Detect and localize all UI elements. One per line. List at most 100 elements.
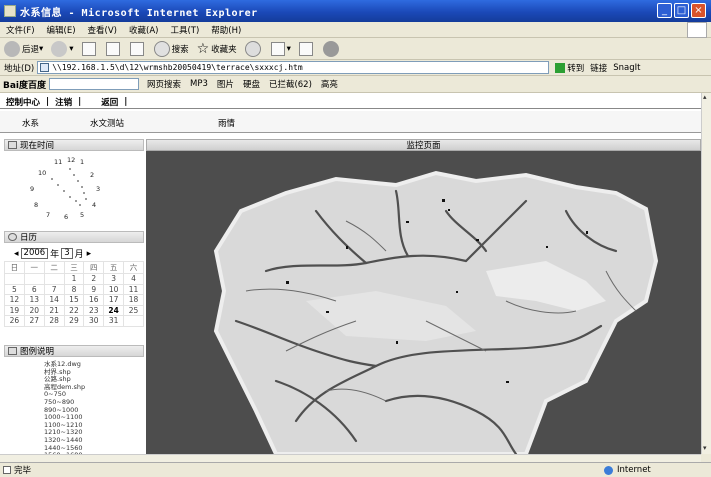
calendar-weekday: 二 <box>43 261 65 274</box>
calendar-day <box>4 273 25 285</box>
close-button[interactable]: × <box>691 3 706 18</box>
calendar-day[interactable]: 18 <box>123 294 144 306</box>
scroll-up-arrow-icon[interactable]: ▴ <box>703 93 707 101</box>
calendar-day[interactable]: 10 <box>103 283 125 295</box>
calendar-day[interactable]: 28 <box>43 315 65 327</box>
calendar-day[interactable]: 11 <box>123 283 144 295</box>
menu-help[interactable]: 帮助(H) <box>211 24 241 36</box>
status-page-icon <box>3 466 11 474</box>
address-bar: 地址(D) \\192.168.1.5\d\12\wrmshb20050419\… <box>0 60 711 76</box>
address-input[interactable]: \\192.168.1.5\d\12\wrmshb20050419\terrac… <box>37 61 550 74</box>
calendar-day[interactable]: 25 <box>123 304 144 316</box>
clock-panel-icon <box>8 141 17 149</box>
calendar-day[interactable]: 20 <box>23 304 45 316</box>
baidu-toolbar: Bai度百度 网页搜索 MP3 图片 硬盘 已拦截(62) 高亮 <box>0 76 711 93</box>
snagit-button[interactable]: SnagIt <box>613 63 640 73</box>
mail-button[interactable]: ▾ <box>270 41 291 56</box>
minimize-button[interactable]: _ <box>657 3 672 18</box>
legend-panel-header: 图例说明 <box>4 345 144 357</box>
calendar-day[interactable]: 19 <box>4 304 25 316</box>
sub-nav: 水系 水文测站 雨情 <box>0 111 701 133</box>
calendar-day[interactable]: 23 <box>83 304 105 316</box>
calendar-weekday: 一 <box>23 261 45 274</box>
svg-text:10: 10 <box>38 169 46 177</box>
menu-file[interactable]: 文件(F) <box>6 24 35 36</box>
calendar-day[interactable]: 27 <box>23 315 45 327</box>
calendar-day[interactable]: 1 <box>63 273 85 285</box>
refresh-button[interactable] <box>105 41 122 56</box>
calendar-day[interactable]: 7 <box>43 283 65 295</box>
baidu-blocked[interactable]: 已拦截(62) <box>269 78 312 90</box>
search-button[interactable]: 搜索 <box>153 40 189 57</box>
time-panel-header: 现在时间 <box>4 139 144 151</box>
svg-text:3: 3 <box>96 185 100 193</box>
menu-edit[interactable]: 编辑(E) <box>47 24 76 36</box>
go-button[interactable]: 转到 <box>567 62 584 74</box>
forward-arrow-icon <box>51 40 68 57</box>
baidu-mp3[interactable]: MP3 <box>190 79 208 89</box>
stop-button[interactable] <box>81 41 98 56</box>
links-button[interactable]: 链接 <box>590 62 607 74</box>
menu-favorites[interactable]: 收藏(A) <box>129 24 158 36</box>
calendar-day[interactable]: 9 <box>83 283 105 295</box>
nav-control-center[interactable]: 控制中心 <box>6 96 40 108</box>
page-icon <box>40 63 50 72</box>
next-month-arrow-icon[interactable]: ▸ <box>87 249 92 259</box>
calendar-day[interactable]: 6 <box>23 283 45 295</box>
calendar-day[interactable]: 15 <box>63 294 85 306</box>
tab-hydro-station[interactable]: 水文测站 <box>90 117 124 129</box>
home-button[interactable] <box>129 41 146 56</box>
svg-text:2: 2 <box>90 171 94 179</box>
calendar-day[interactable]: 31 <box>103 315 125 327</box>
month-input[interactable]: 3 <box>61 248 73 259</box>
calendar-day[interactable]: 4 <box>123 273 144 285</box>
print-button[interactable] <box>298 41 315 56</box>
forward-button[interactable]: ▾ <box>51 40 74 57</box>
vertical-scrollbar[interactable]: ▴ ▾ <box>701 93 711 454</box>
menu-bar: 文件(F) 编辑(E) 查看(V) 收藏(A) 工具(T) 帮助(H) <box>0 22 711 38</box>
calendar-day[interactable]: 14 <box>43 294 65 306</box>
calendar-day[interactable]: 16 <box>83 294 105 306</box>
calendar-day[interactable]: 8 <box>63 283 85 295</box>
calendar-day[interactable]: 17 <box>103 294 125 306</box>
prev-year-arrow-icon[interactable]: ◂ <box>14 249 19 259</box>
scroll-down-arrow-icon[interactable]: ▾ <box>703 444 707 452</box>
calendar-day[interactable]: 29 <box>63 315 85 327</box>
baidu-highlight[interactable]: 高亮 <box>321 78 338 90</box>
year-input[interactable]: 2006 <box>20 248 49 259</box>
calendar-day[interactable]: 24 <box>103 304 125 316</box>
calendar-day[interactable]: 3 <box>103 273 125 285</box>
calendar-day[interactable]: 26 <box>4 315 25 327</box>
tab-water-system[interactable]: 水系 <box>22 117 39 129</box>
calendar-week-row: 26 27 28 29 30 31 <box>4 315 144 327</box>
baidu-images[interactable]: 图片 <box>217 78 234 90</box>
calendar-week-row: 5 6 7 8 9 10 11 <box>4 283 144 295</box>
messenger-button[interactable] <box>322 40 341 57</box>
nav-back[interactable]: 返回 <box>101 96 118 108</box>
calendar-day[interactable]: 12 <box>4 294 25 306</box>
calendar-day[interactable]: 30 <box>83 315 105 327</box>
back-button[interactable]: 后退 ▾ <box>4 40 43 57</box>
menu-tools[interactable]: 工具(T) <box>170 24 199 36</box>
history-icon <box>244 40 261 57</box>
calendar-day[interactable]: 5 <box>4 283 25 295</box>
history-button[interactable] <box>244 40 263 57</box>
calendar-day[interactable]: 2 <box>83 273 105 285</box>
calendar-day[interactable]: 13 <box>23 294 45 306</box>
calendar-week-row: 12 13 14 15 16 17 18 <box>4 294 144 306</box>
calendar-day[interactable]: 21 <box>43 304 65 316</box>
baidu-web-search[interactable]: 网页搜索 <box>147 78 181 90</box>
baidu-search-input[interactable] <box>49 78 140 90</box>
favorites-button[interactable]: ☆ 收藏夹 <box>197 41 237 57</box>
svg-text:11: 11 <box>54 158 62 166</box>
calendar-panel-header: 日历 <box>4 231 144 243</box>
baidu-disk[interactable]: 硬盘 <box>243 78 260 90</box>
tab-rainfall[interactable]: 雨情 <box>218 117 235 129</box>
calendar-day[interactable]: 22 <box>63 304 85 316</box>
horizontal-scrollbar[interactable] <box>0 454 701 462</box>
nav-logout[interactable]: 注销 <box>55 96 72 108</box>
maximize-button[interactable]: □ <box>674 3 689 18</box>
menu-view[interactable]: 查看(V) <box>88 24 117 36</box>
water-system-map[interactable] <box>146 151 701 454</box>
svg-text:5: 5 <box>80 211 84 219</box>
